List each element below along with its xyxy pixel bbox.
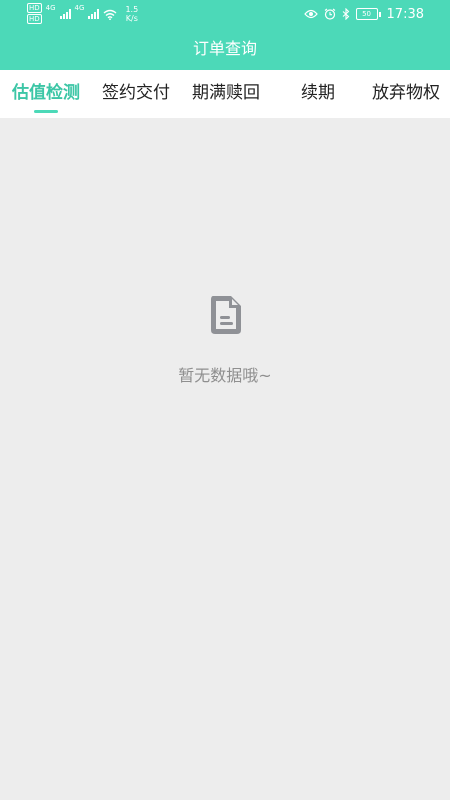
bluetooth-icon: [342, 8, 349, 20]
hd-indicator: HD HD: [27, 3, 42, 25]
speed-value: 1.5: [125, 5, 139, 14]
battery-level: 50: [355, 8, 378, 20]
eye-icon: [303, 9, 318, 19]
tab-bar: 估值检测 签约交付 期满赎回 续期 放弃物权: [0, 70, 450, 118]
hd-label-1: HD: [27, 3, 42, 13]
hd-label-2: HD: [27, 14, 42, 24]
status-bar: HD HD 4G 4G 1.5 K/s 50 17:38: [0, 0, 450, 28]
signal-icon: [59, 9, 71, 19]
page-title: 订单查询: [192, 39, 257, 58]
empty-state-message: 暂无数据哦~: [178, 366, 272, 385]
status-time: 17:38: [386, 6, 424, 22]
tab-maturity-redemption[interactable]: 期满赎回: [188, 70, 264, 118]
tab-renewal[interactable]: 续期: [290, 70, 346, 118]
tab-contract-delivery[interactable]: 签约交付: [98, 70, 174, 118]
battery-icon: 50: [355, 8, 381, 20]
alarm-icon: [324, 8, 335, 20]
signal-icon-2: [88, 9, 100, 19]
order-query-screen: HD HD 4G 4G 1.5 K/s 50 17:38 订单查询 估值检测 签…: [0, 0, 450, 800]
network-type-1: 4G: [45, 4, 56, 12]
status-left: HD HD 4G 4G 1.5 K/s: [27, 3, 138, 25]
network-type-2: 4G: [74, 4, 85, 12]
network-speed: 1.5 K/s: [125, 5, 138, 23]
speed-unit: K/s: [125, 14, 138, 23]
wifi-icon: [103, 9, 117, 20]
document-icon: [211, 296, 241, 334]
active-tab-indicator: [34, 110, 58, 113]
title-bar: 订单查询: [0, 28, 450, 70]
tab-abandon-property[interactable]: 放弃物权: [368, 70, 444, 118]
status-right: 50 17:38: [303, 4, 424, 24]
